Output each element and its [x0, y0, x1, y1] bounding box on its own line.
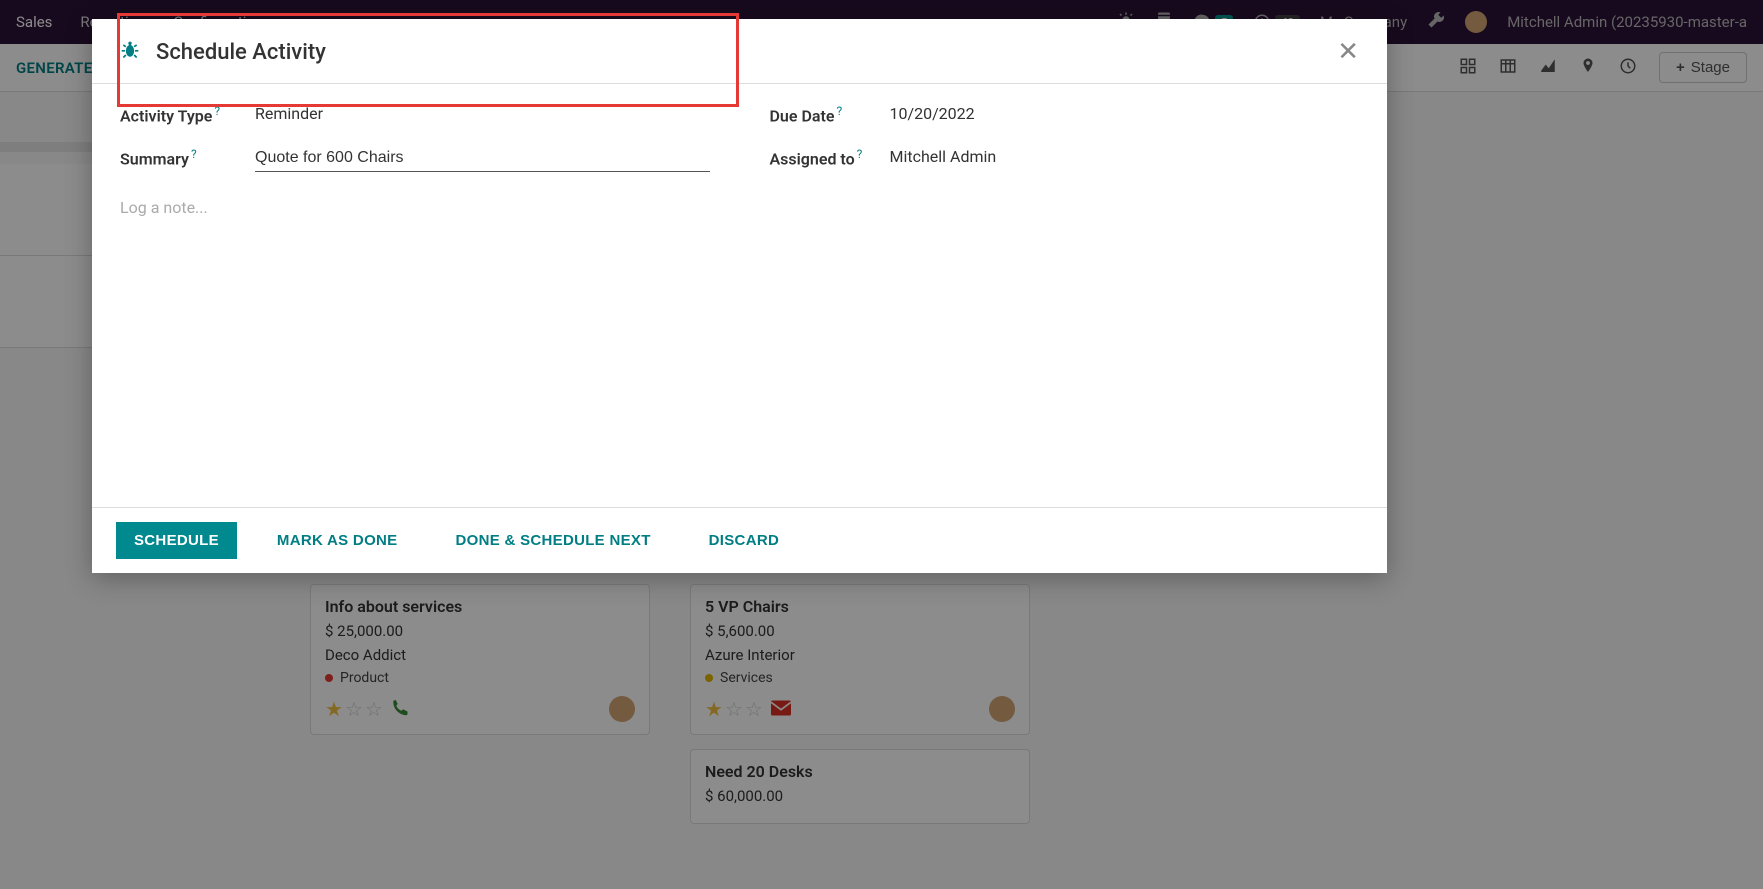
label-due-date: Due Date? — [770, 104, 890, 125]
summary-input[interactable] — [255, 147, 710, 172]
modal-body: Activity Type? Reminder Summary? Due Dat… — [92, 84, 1387, 507]
schedule-button[interactable]: SCHEDULE — [116, 522, 237, 559]
help-icon[interactable]: ? — [836, 104, 842, 118]
value-assigned-to[interactable]: Mitchell Admin — [890, 147, 1360, 166]
value-activity-type[interactable]: Reminder — [255, 104, 710, 123]
help-icon[interactable]: ? — [191, 147, 197, 161]
help-icon[interactable]: ? — [214, 104, 220, 118]
modal-title: Schedule Activity — [156, 40, 326, 65]
form-col-right: Due Date? 10/20/2022 Assigned to? Mitche… — [770, 104, 1360, 194]
modal-header: Schedule Activity ✕ — [92, 19, 1387, 84]
schedule-activity-modal: Schedule Activity ✕ Activity Type? Remin… — [92, 19, 1387, 573]
label-assigned-to: Assigned to? — [770, 147, 890, 168]
form-row: Activity Type? Reminder Summary? Due Dat… — [120, 104, 1359, 194]
bug-icon — [120, 40, 140, 65]
value-due-date[interactable]: 10/20/2022 — [890, 104, 1360, 123]
field-assigned-to: Assigned to? Mitchell Admin — [770, 147, 1360, 168]
field-summary: Summary? — [120, 147, 710, 172]
discard-button[interactable]: DISCARD — [691, 522, 797, 559]
done-and-schedule-next-button[interactable]: DONE & SCHEDULE NEXT — [437, 522, 668, 559]
form-col-left: Activity Type? Reminder Summary? — [120, 104, 710, 194]
note-input[interactable]: Log a note... — [120, 194, 1359, 221]
field-due-date: Due Date? 10/20/2022 — [770, 104, 1360, 125]
close-button[interactable]: ✕ — [1337, 39, 1359, 65]
field-activity-type: Activity Type? Reminder — [120, 104, 710, 125]
label-summary: Summary? — [120, 147, 255, 168]
modal-footer: SCHEDULE MARK AS DONE DONE & SCHEDULE NE… — [92, 507, 1387, 573]
help-icon[interactable]: ? — [857, 147, 863, 161]
mark-as-done-button[interactable]: MARK AS DONE — [259, 522, 416, 559]
label-activity-type: Activity Type? — [120, 104, 255, 125]
